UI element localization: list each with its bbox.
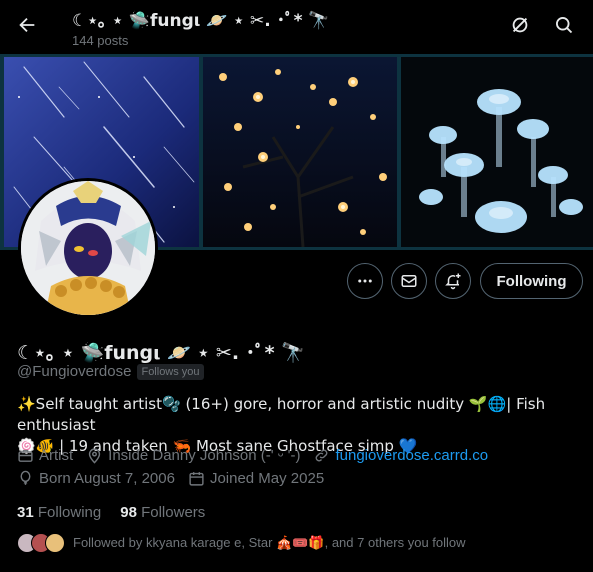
top-bar: ☾⋆｡ ⋆ 🛸fungι 🪐 ⋆ ✂︎. ･ﾟ* 🔭 144 posts <box>0 0 593 54</box>
follows-you-badge: Follows you <box>137 363 204 380</box>
following-label: Following <box>37 504 102 521</box>
followers-label: Followers <box>141 504 206 521</box>
back-button[interactable] <box>10 8 44 42</box>
avatar[interactable] <box>18 178 158 318</box>
location-label: Inside Danny Johnson (-' ᵕ '-) <box>108 447 301 464</box>
more-button[interactable] <box>347 263 383 299</box>
followed-by-text: Followed by kkyana karage e, Star 🎪🎟️🎁, … <box>73 535 466 550</box>
profile-meta-row-2: Born August 7, 2006 Joined May 2025 <box>17 470 337 487</box>
more-dots-icon <box>358 279 372 283</box>
follower-avatar <box>45 533 65 553</box>
grok-button[interactable] <box>504 9 536 41</box>
calendar-icon <box>189 472 204 486</box>
join-date: Joined May 2025 <box>188 470 324 487</box>
followers-count-link[interactable]: 98 Followers <box>120 504 205 521</box>
posts-count: 144 posts <box>72 33 129 48</box>
follow-counts: 31 Following 98 Followers <box>17 504 224 521</box>
search-button[interactable] <box>548 9 580 41</box>
handle: @Fungioverdose <box>17 363 132 380</box>
following-button[interactable]: Following <box>480 263 583 299</box>
category: Artist <box>17 447 73 464</box>
display-name: ☾⋆｡ ⋆ 🛸fungι 🪐 ⋆ ✂︎. ･ﾟ* 🔭 <box>17 342 305 364</box>
arrow-left-icon <box>19 17 35 33</box>
followers-count: 98 <box>120 504 137 521</box>
following-count-link[interactable]: 31 Following <box>17 504 101 521</box>
banner-tile-glowing-mushrooms <box>401 57 593 247</box>
following-count: 31 <box>17 504 34 521</box>
profile-meta-row-1: Artist Inside Danny Johnson (-' ᵕ '-) fu… <box>17 447 501 464</box>
website[interactable]: fungioverdose.carrd.co <box>313 447 488 464</box>
link-icon <box>316 449 328 462</box>
slash-circle-icon <box>512 17 528 33</box>
search-icon <box>556 17 573 34</box>
banner-tile-fairy-lights <box>203 57 397 247</box>
notifications-button[interactable] <box>435 263 471 299</box>
location-pin-icon <box>89 448 101 464</box>
balloon-icon <box>20 470 31 485</box>
briefcase-icon <box>18 449 33 462</box>
website-link[interactable]: fungioverdose.carrd.co <box>335 447 488 464</box>
bio-line-1: ✨Self taught artist🫧 (16+) gore, horror … <box>17 395 546 434</box>
location: Inside Danny Johnson (-' ᵕ '-) <box>86 447 300 464</box>
followed-by-row[interactable]: Followed by kkyana karage e, Star 🎪🎟️🎁, … <box>17 533 466 553</box>
birthday: Born August 7, 2006 <box>17 470 175 487</box>
avatar-art <box>21 181 155 315</box>
envelope-icon <box>401 275 417 287</box>
birthday-label: Born August 7, 2006 <box>39 470 175 487</box>
bell-plus-icon <box>445 273 461 290</box>
message-button[interactable] <box>391 263 427 299</box>
header-title: ☾⋆｡ ⋆ 🛸fungι 🪐 ⋆ ✂︎. ･ﾟ* 🔭 <box>72 11 330 31</box>
handle-row: @Fungioverdose Follows you <box>17 363 204 380</box>
join-date-label: Joined May 2025 <box>209 470 325 487</box>
category-label: Artist <box>39 447 74 464</box>
